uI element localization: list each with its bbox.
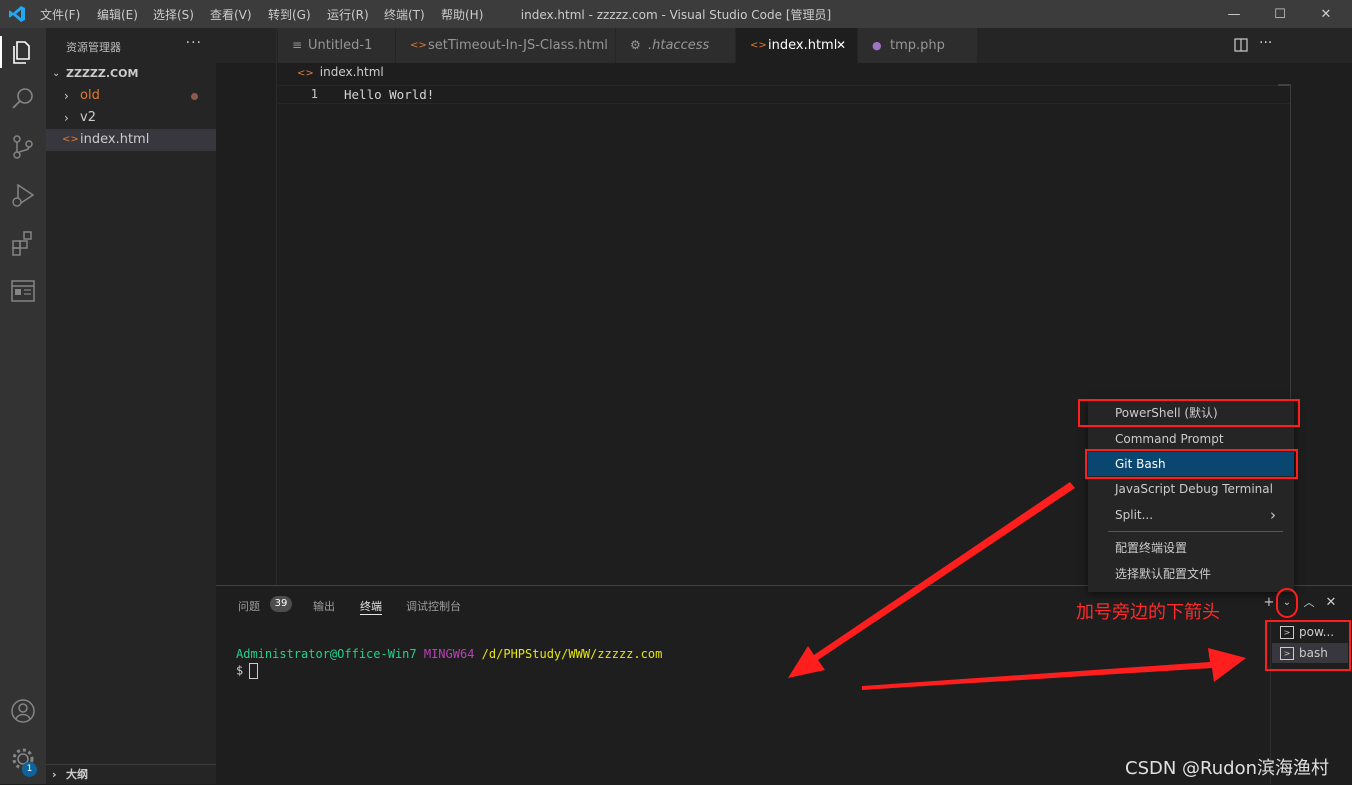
tree-item-index-html[interactable]: <> index.html [46,129,216,151]
menu-item-command-prompt[interactable]: Command Prompt [1088,427,1294,451]
more-actions-icon[interactable]: ··· [186,35,202,51]
accounts-badge: 1 [22,762,37,777]
terminal-prompt-line: Administrator@Office-Win7 MINGW64 /d/PHP… [236,647,662,661]
terminal-env: MINGW64 [423,647,475,661]
menu-edit[interactable]: 编辑(E) [97,6,138,23]
annotation-text: 加号旁边的下箭头 [1076,602,1220,623]
menu-file[interactable]: 文件(F) [40,6,80,23]
outline-label: 大纲 [66,768,88,781]
chevron-right-icon: › [64,89,69,103]
accounts-icon[interactable] [8,696,38,726]
menu-item-configure-terminal[interactable]: 配置终端设置 [1088,536,1294,560]
window-title: index.html - zzzzz.com - Visual Studio C… [520,8,832,22]
tab-problems[interactable]: 问题 [238,598,260,614]
terminal-input-line[interactable]: $ [236,663,259,679]
close-tab-icon[interactable]: ✕ [836,28,846,63]
menu-selection[interactable]: 选择(S) [153,6,194,23]
close-window-button[interactable]: ✕ [1303,0,1349,28]
highlight-dropdown-arrow [1276,588,1298,618]
editor-tab-bar: ≡ Untitled-1 <> setTimeout-In-JS-Class.h… [216,28,1352,63]
title-bar: 文件(F) 编辑(E) 选择(S) 查看(V) 转到(G) 运行(R) 终端(T… [0,0,1352,28]
scrollbar-thumb[interactable] [1278,84,1290,86]
menu-view[interactable]: 查看(V) [210,6,252,23]
maximize-panel-icon[interactable]: ︿ [1300,594,1318,612]
split-editor-icon[interactable] [1234,38,1248,52]
tree-item-label: index.html [80,132,150,147]
problems-count-badge: 39 [270,596,292,612]
explorer-icon[interactable] [8,38,38,68]
tab-label: .htaccess [648,38,710,53]
menu-run[interactable]: 运行(R) [327,6,369,23]
terminal-prompt: $ [236,663,244,678]
tree-item-label: old [80,88,100,103]
minimize-button[interactable]: — [1211,0,1257,28]
chevron-right-icon: › [64,111,69,125]
editor-left-border [276,28,277,586]
tree-item-label: v2 [80,110,96,125]
search-icon[interactable] [8,84,38,114]
tab-index-html[interactable]: <> index.html ✕ [736,28,858,63]
tree-item-v2[interactable]: › v2 [46,107,216,129]
chevron-right-icon: › [52,768,57,781]
menu-item-select-default-profile[interactable]: 选择默认配置文件 [1088,562,1294,586]
watermark: CSDN @Rudon滨海渔村 [1125,758,1329,779]
chevron-right-icon: › [1270,506,1276,524]
highlight-terminal-list [1265,620,1351,671]
workspace-name: ZZZZZ.COM [66,67,139,80]
more-actions-icon[interactable]: ··· [1259,35,1272,51]
explorer-sidebar: 资源管理器 ··· ⌄ ZZZZZ.COM › old › v2 <> inde… [46,28,216,784]
menu-item-label: Split... [1115,508,1154,522]
tab-label: tmp.php [890,38,945,53]
menu-go[interactable]: 转到(G) [268,6,311,23]
run-debug-icon[interactable] [8,180,38,210]
html-file-icon: <> [62,134,79,145]
active-indicator [0,36,2,68]
terminal-cursor [249,663,259,679]
tab-output[interactable]: 输出 [313,598,335,614]
html-file-icon: <> [750,40,767,51]
tab-terminal[interactable]: 终端 [360,598,382,614]
tab-htaccess[interactable]: ⚙ .htaccess [616,28,736,63]
close-panel-icon[interactable]: ✕ [1322,594,1340,612]
php-icon: ● [872,39,882,52]
menu-separator [1108,531,1283,532]
explorer-header: 资源管理器 [66,41,121,54]
activity-bar: 1 [0,28,46,784]
source-control-icon[interactable] [8,132,38,162]
html-file-icon: <> [297,68,314,79]
workspace-root[interactable]: ⌄ ZZZZZ.COM [46,63,216,85]
terminal-user-host: Administrator@Office-Win7 [236,647,417,661]
tree-item-old[interactable]: › old [46,85,216,107]
menu-help[interactable]: 帮助(H) [441,6,483,23]
highlight-powershell [1078,399,1300,427]
tab-label: setTimeout-In-JS-Class.html [428,38,608,53]
code-text[interactable]: Hello World! [344,87,434,102]
tab-settimeout-in-js-class[interactable]: <> setTimeout-In-JS-Class.html [396,28,616,63]
menu-item-js-debug-terminal[interactable]: JavaScript Debug Terminal [1088,477,1294,501]
outline-section[interactable]: › 大纲 [46,764,216,785]
line-number: 1 [310,87,318,101]
remote-explorer-icon[interactable] [8,276,38,306]
html-file-icon: <> [410,40,427,51]
lines-icon: ≡ [292,38,303,52]
tab-label: Untitled-1 [308,38,373,53]
menu-item-split[interactable]: Split... › [1088,503,1294,527]
vscode-logo-icon [9,6,25,22]
tab-untitled-1[interactable]: ≡ Untitled-1 [278,28,396,63]
gear-icon: ⚙ [630,38,641,52]
highlight-git-bash [1085,449,1298,479]
chevron-down-icon: ⌄ [52,68,61,79]
menu-terminal[interactable]: 终端(T) [384,6,425,23]
maximize-button[interactable]: ☐ [1257,0,1303,28]
breadcrumb-file: index.html [319,65,384,79]
tab-debug-console[interactable]: 调试控制台 [406,598,461,614]
terminal-profile-menu: PowerShell (默认) Command Prompt Git Bash … [1088,400,1294,592]
extensions-icon[interactable] [8,228,38,258]
terminal-path: /d/PHPStudy/WWW/zzzzz.com [481,647,663,661]
modified-dot-icon [191,93,198,100]
tab-label: index.html [768,38,838,53]
tab-tmp-php[interactable]: ● tmp.php [858,28,978,63]
active-tab-underline [360,614,382,615]
breadcrumb[interactable]: <> index.html [297,65,384,79]
